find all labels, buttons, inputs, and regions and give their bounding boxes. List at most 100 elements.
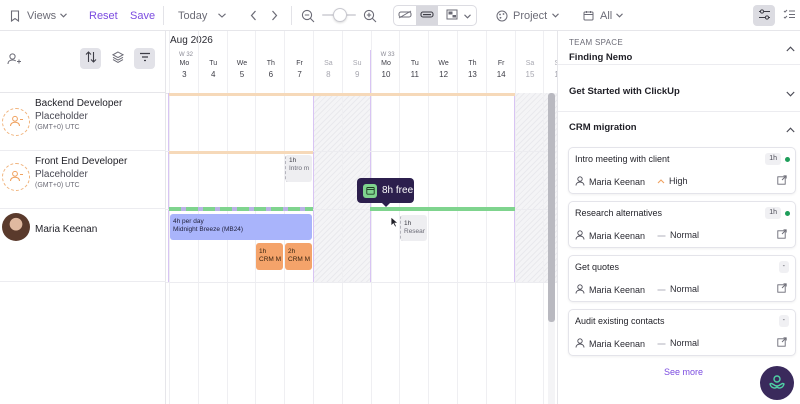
day-header: Su 9 <box>343 31 372 93</box>
task-card[interactable]: Research alternatives 1h Maria Keenan No… <box>568 201 796 248</box>
chevron-up-icon <box>786 124 795 136</box>
task-crm-migration[interactable]: 1h CRM M <box>256 243 283 270</box>
capacity-bar <box>169 151 313 154</box>
task-duration: 1h <box>289 157 297 164</box>
sort-button[interactable] <box>80 48 101 69</box>
task-midnight-breeze[interactable]: 4h per day Midnight Breeze (MB24) <box>170 214 312 240</box>
calendar-icon <box>583 10 594 21</box>
zoom-out-icon <box>301 9 315 23</box>
layout-dropdown[interactable] <box>440 6 476 25</box>
section-title: Finding Nemo <box>569 52 633 63</box>
day-number: 9 <box>354 70 360 79</box>
calendar-grid: Aug 2026 W 32 Mo 3 Tu 4 We 5 Th 6 Fr 7 Sa 8 Su 9… <box>166 31 557 404</box>
assignee: Maria Keenan <box>575 230 645 242</box>
scrollbar-thumb[interactable] <box>548 93 555 322</box>
chevron-down-icon <box>60 13 68 18</box>
priority-normal-icon <box>657 230 666 240</box>
task-card[interactable]: Intro meeting with client 1h Maria Keena… <box>568 147 796 194</box>
task-card[interactable]: Audit existing contacts - Maria Keenan N… <box>568 309 796 356</box>
task-title: CRM M <box>259 256 282 263</box>
day-header: Fr 14 <box>487 31 516 93</box>
bars-view-button[interactable] <box>416 6 438 25</box>
person-row-backend-developer[interactable]: Backend Developer Placeholder (GMT+0) UT… <box>0 93 166 151</box>
day-header: Th 6 <box>256 31 285 93</box>
placeholder-user-icon <box>9 115 23 130</box>
zoom-in-button[interactable] <box>363 0 377 31</box>
section-divider <box>558 111 800 112</box>
next-button[interactable] <box>271 0 278 31</box>
assignee: Maria Keenan <box>575 176 645 188</box>
filter-button[interactable] <box>134 48 155 69</box>
status-dot <box>785 211 790 216</box>
sidebar-toggle-button[interactable] <box>753 5 775 26</box>
ai-assistant-button[interactable] <box>760 366 794 400</box>
zoom-slider-handle[interactable] <box>333 8 347 22</box>
people-panel-header <box>0 31 166 93</box>
task-card[interactable]: Get quotes - Maria Keenan Normal <box>568 255 796 302</box>
day-header: Fr 7 <box>285 31 314 93</box>
priority-label: Normal <box>670 338 700 348</box>
day-column: Su 9 <box>341 31 372 404</box>
section-get-started[interactable]: Get Started with ClickUp <box>558 79 800 103</box>
open-external-icon[interactable] <box>777 337 787 350</box>
day-number: 13 <box>467 70 477 79</box>
today-button[interactable]: Today <box>178 0 207 31</box>
open-external-icon[interactable] <box>777 229 787 242</box>
project-dropdown[interactable]: Project <box>496 0 560 31</box>
day-number: 14 <box>496 70 506 79</box>
status-dot <box>785 157 790 162</box>
views-label: Views <box>27 9 57 22</box>
views-button[interactable]: Views <box>10 0 68 31</box>
chevron-down-icon <box>218 13 226 18</box>
day-number: 3 <box>182 70 187 79</box>
group-button[interactable] <box>108 49 127 68</box>
list-view-button[interactable] <box>780 5 798 26</box>
section-title: CRM migration <box>569 122 637 133</box>
bars-icon <box>420 10 434 22</box>
brain-icon <box>768 374 786 393</box>
day-of-week: We <box>236 60 248 67</box>
date-range-dropdown[interactable] <box>218 0 226 31</box>
task-research-alternatives[interactable]: 1h Resear <box>400 215 427 241</box>
day-header: We 12 <box>429 31 458 93</box>
section-crm-migration[interactable]: CRM migration <box>558 115 800 139</box>
filter-icon <box>139 52 151 65</box>
assignee-name: Maria Keenan <box>589 177 646 187</box>
section-title: Get Started with ClickUp <box>569 86 680 97</box>
day-number: 12 <box>439 70 449 79</box>
bookmark-icon <box>10 9 20 22</box>
open-external-icon[interactable] <box>777 283 787 296</box>
day-of-week: Th <box>266 60 275 67</box>
task-title: Intro m <box>289 165 310 172</box>
see-more-link[interactable]: See more <box>664 367 703 377</box>
reset-button[interactable]: Reset <box>89 0 118 31</box>
task-project: Midnight Breeze (MB24) <box>173 226 244 233</box>
add-user-button[interactable] <box>7 53 21 68</box>
chevron-down-icon <box>786 88 795 100</box>
chevron-down-icon <box>616 13 624 18</box>
zoom-out-button[interactable] <box>301 0 315 31</box>
hide-bars-button[interactable] <box>394 6 416 25</box>
section-finding-nemo[interactable]: Finding Nemo <box>558 35 800 63</box>
person-row-front-end-developer[interactable]: Front End Developer Placeholder (GMT+0) … <box>0 151 166 209</box>
placeholder-user-icon <box>9 170 23 185</box>
day-column: We 12 <box>428 31 457 404</box>
day-column: Th 13 <box>457 31 486 404</box>
person-name: Front End Developer <box>35 156 128 167</box>
card-title: Get quotes <box>575 262 620 272</box>
person-row-maria-keenan[interactable]: Maria Keenan <box>0 209 166 282</box>
time-estimate-badge: 1h <box>765 207 781 219</box>
previous-button[interactable] <box>250 0 257 31</box>
day-number: 7 <box>297 70 302 79</box>
row-divider <box>166 282 557 283</box>
person-role: Placeholder <box>35 111 88 122</box>
open-external-icon[interactable] <box>777 175 787 188</box>
save-button[interactable]: Save <box>130 0 155 31</box>
filter-all-dropdown[interactable]: All <box>583 0 624 31</box>
add-user-icon <box>7 53 21 68</box>
day-of-week: Sa <box>525 60 535 67</box>
task-intro-meeting[interactable]: 1h Intro m <box>285 155 312 182</box>
task-crm-migration[interactable]: 2h CRM M <box>285 243 312 270</box>
person-name: Backend Developer <box>35 98 123 109</box>
card-title: Research alternatives <box>575 208 663 218</box>
